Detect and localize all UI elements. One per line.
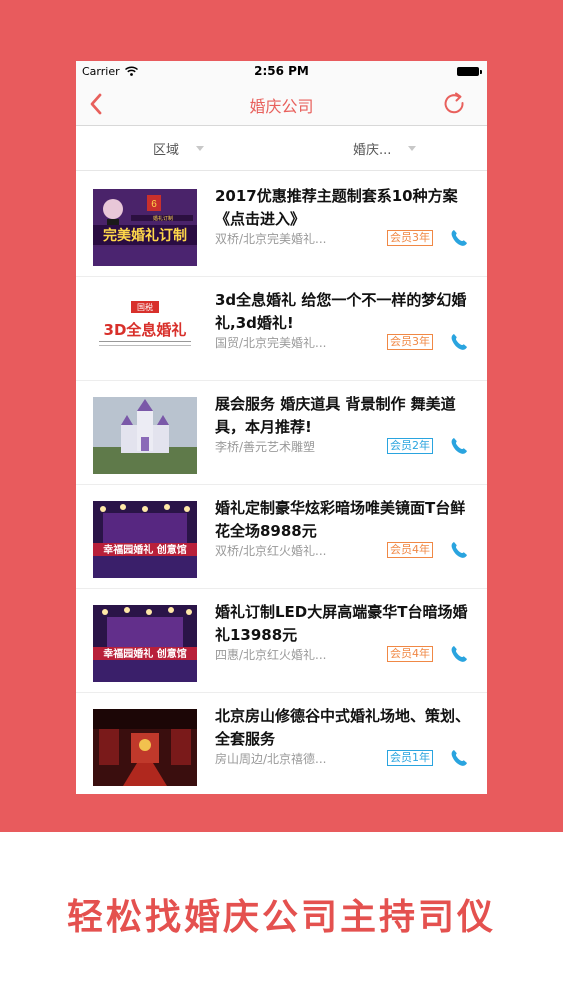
thumbnail-banner-text: 完美婚礼订制 [103,227,187,244]
listing-thumbnail: 6 婚礼订制 完美婚礼订制 [93,189,197,266]
category-filter-label: 婚庆... [353,143,392,158]
category-filter[interactable]: 婚庆... [282,126,487,170]
region-filter[interactable]: 区域 [76,126,281,170]
listing-location: 四惠/北京红火婚礼... [215,648,327,662]
listing-thumbnail [93,397,197,474]
phone-icon[interactable] [449,332,469,352]
list-item[interactable]: 幸福园婚礼 创意馆 婚礼定制豪华炫彩暗场唯美镜面T台鲜花全场8988元 双桥/北… [76,485,487,589]
status-bar: Carrier 2:56 PM [76,61,487,83]
page-title: 婚庆公司 [249,97,314,116]
phone-icon[interactable] [449,228,469,248]
caret-down-icon [408,146,416,151]
listing-location: 李桥/善元艺术雕塑 [215,440,316,454]
region-filter-label: 区域 [153,143,180,158]
caret-down-icon [196,146,204,151]
thumbnail-banner-text: 3D全息婚礼 [104,321,187,339]
filter-bar: 区域 婚庆... [76,126,487,171]
list-item[interactable]: 北京房山修德谷中式婚礼场地、策划、全套服务 房山周边/北京禧德... 会员1年 [76,693,487,794]
phone-icon[interactable] [449,436,469,456]
membership-badge: 会员3年 [387,334,433,350]
phone-icon[interactable] [449,644,469,664]
membership-badge: 会员4年 [387,542,433,558]
listing-thumbnail: 幸福园婚礼 创意馆 [93,501,197,578]
battery-icon [457,67,482,76]
list-item[interactable]: 6 婚礼订制 完美婚礼订制 2017优惠推荐主题制套系10种方案 《点击进入》 … [76,173,487,277]
svg-text:婚礼订制: 婚礼订制 [153,215,173,222]
thumbnail-banner-text: 幸福园婚礼 创意馆 [103,543,186,556]
membership-badge: 会员3年 [387,230,433,246]
thumbnail-tag-text: 国税 [137,302,153,312]
list-item[interactable]: 幸福园婚礼 创意馆 婚礼订制LED大屏高端豪华T台暗场婚礼13988元 四惠/北… [76,589,487,693]
listing-thumbnail: 国税 3D全息婚礼 [93,293,197,370]
clock: 2:56 PM [254,64,309,78]
phone-screen: Carrier 2:56 PM 婚庆公司 区域 婚庆... 6 婚礼订制 完美婚… [76,61,487,794]
listing-thumbnail [93,709,197,786]
listing-location: 房山周边/北京禧德... [215,752,327,766]
promo-tagline: 轻松找婚庆公司主持司仪 [66,897,496,938]
listing-location: 双桥/北京完美婚礼... [215,232,327,246]
listing-title: 2017优惠推荐主题制套系10种方案 《点击进入》 [215,187,458,228]
phone-icon[interactable] [449,540,469,560]
membership-badge: 会员2年 [387,438,433,454]
listing-location: 双桥/北京红火婚礼... [215,544,327,558]
phone-icon[interactable] [449,748,469,768]
listing-thumbnail: 幸福园婚礼 创意馆 [93,605,197,682]
listing-title: 北京房山修德谷中式婚礼场地、策划、全套服务 [215,707,471,748]
list-item[interactable]: 展会服务 婚庆道具 背景制作 舞美道具，本月推荐! 李桥/善元艺术雕塑 会员2年 [76,381,487,485]
navigation-bar: 婚庆公司 [76,83,487,126]
listing-location: 国贸/北京完美婚礼... [215,336,327,350]
company-list: 6 婚礼订制 完美婚礼订制 2017优惠推荐主题制套系10种方案 《点击进入》 … [76,173,487,794]
list-item[interactable]: 国税 3D全息婚礼 3d全息婚礼 给您一个不一样的梦幻婚礼,3d婚礼! 国贸/北… [76,277,487,381]
thumbnail-banner-text: 幸福园婚礼 创意馆 [103,647,186,660]
svg-text:6: 6 [151,199,157,210]
listing-title: 婚礼订制LED大屏高端豪华T台暗场婚礼13988元 [215,603,468,644]
membership-badge: 会员1年 [387,750,433,766]
refresh-icon[interactable] [441,91,467,117]
listing-title: 展会服务 婚庆道具 背景制作 舞美道具，本月推荐! [215,395,456,436]
membership-badge: 会员4年 [387,646,433,662]
listing-title: 3d全息婚礼 给您一个不一样的梦幻婚礼,3d婚礼! [215,291,467,332]
listing-title: 婚礼定制豪华炫彩暗场唯美镜面T台鲜花全场8988元 [215,499,466,540]
